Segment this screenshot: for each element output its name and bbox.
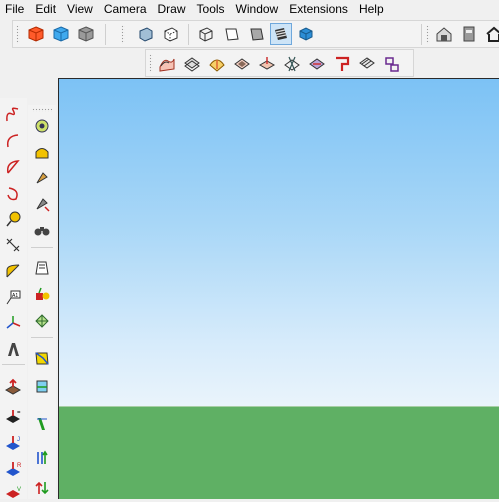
stamp-icon[interactable] bbox=[231, 53, 253, 75]
home-view-icon[interactable] bbox=[483, 23, 499, 45]
red-axis-icon[interactable]: R bbox=[2, 458, 24, 480]
toolbar-grip[interactable] bbox=[32, 108, 52, 112]
ground bbox=[59, 407, 499, 499]
pipe-icon[interactable] bbox=[331, 53, 353, 75]
extension-warehouse-icon[interactable] bbox=[458, 23, 480, 45]
pie-icon[interactable] bbox=[2, 156, 24, 178]
sky bbox=[59, 79, 499, 407]
top-toolbar bbox=[12, 20, 499, 48]
orbit-icon[interactable] bbox=[31, 115, 53, 137]
tape-measure-icon[interactable] bbox=[2, 208, 24, 230]
freehand-icon[interactable] bbox=[2, 104, 24, 126]
flip-edge-icon[interactable] bbox=[306, 53, 328, 75]
sandbox-toolbar bbox=[145, 49, 414, 77]
from-scratch-icon[interactable] bbox=[181, 53, 203, 75]
menu-draw[interactable]: Draw bbox=[153, 0, 192, 18]
svg-text:A1: A1 bbox=[12, 293, 18, 299]
smoove-icon[interactable] bbox=[206, 53, 228, 75]
left-toolbar-col0: A1 = J R V bbox=[0, 98, 27, 499]
toolbar-grip[interactable] bbox=[149, 54, 153, 73]
menu-view[interactable]: View bbox=[62, 0, 99, 18]
menu-edit[interactable]: Edit bbox=[30, 0, 62, 18]
toolbar-separator bbox=[105, 24, 106, 45]
rotated-arc-icon[interactable] bbox=[2, 182, 24, 204]
blue-component-icon[interactable] bbox=[50, 23, 72, 45]
toolbar-grip[interactable] bbox=[121, 25, 125, 44]
hidden-line-style-icon[interactable] bbox=[220, 23, 242, 45]
menu-tools[interactable]: Tools bbox=[192, 0, 231, 18]
wireframe-style-icon[interactable] bbox=[195, 23, 217, 45]
arc-icon[interactable] bbox=[2, 130, 24, 152]
layout-icon[interactable] bbox=[381, 53, 403, 75]
terrain-icon[interactable] bbox=[356, 53, 378, 75]
section-cuts-icon[interactable] bbox=[31, 447, 53, 469]
menu-window[interactable]: Window bbox=[231, 0, 285, 18]
menu-help[interactable]: Help bbox=[354, 0, 390, 18]
left-toolbar-col1 bbox=[28, 105, 56, 499]
toolbar-separator bbox=[31, 247, 53, 248]
text-icon[interactable]: A1 bbox=[2, 286, 24, 308]
toolbar-separator bbox=[31, 337, 53, 338]
move-up-icon[interactable]: J bbox=[2, 432, 24, 454]
toolbar-separator bbox=[2, 364, 25, 365]
pan-icon[interactable] bbox=[31, 141, 53, 163]
zoom-window-icon[interactable] bbox=[31, 193, 53, 215]
svg-text:R: R bbox=[17, 463, 22, 469]
protractor-icon[interactable] bbox=[2, 260, 24, 282]
menu-extensions[interactable]: Extensions bbox=[284, 0, 354, 18]
push-pull-icon[interactable] bbox=[2, 376, 24, 398]
svg-text:V: V bbox=[17, 487, 21, 493]
position-camera-icon[interactable] bbox=[31, 309, 53, 331]
section-plane-icon[interactable] bbox=[31, 257, 53, 279]
drape-icon[interactable] bbox=[256, 53, 278, 75]
shaded-textures-style-icon[interactable] bbox=[270, 23, 292, 45]
warehouse-icon[interactable] bbox=[433, 23, 455, 45]
back-edges-style-icon[interactable] bbox=[160, 23, 182, 45]
toolbar-separator bbox=[421, 24, 422, 45]
section-display-icon[interactable] bbox=[31, 413, 53, 435]
offset-icon[interactable] bbox=[31, 477, 53, 499]
from-contours-icon[interactable] bbox=[156, 53, 178, 75]
menu-camera[interactable]: Camera bbox=[99, 0, 153, 18]
xray-style-icon[interactable] bbox=[135, 23, 157, 45]
walk-icon[interactable] bbox=[31, 219, 53, 241]
toolbar-separator bbox=[188, 24, 189, 45]
svg-text:=: = bbox=[17, 410, 21, 416]
section-fill-icon[interactable] bbox=[31, 375, 53, 397]
zoom-icon[interactable] bbox=[31, 167, 53, 189]
gray-component-icon[interactable] bbox=[75, 23, 97, 45]
paint-bucket-icon[interactable] bbox=[31, 283, 53, 305]
axes-icon[interactable] bbox=[2, 312, 24, 334]
monochrome-style-icon[interactable] bbox=[295, 23, 317, 45]
3d-text-icon[interactable] bbox=[2, 338, 24, 360]
svg-text:J: J bbox=[17, 437, 20, 443]
toolbar-grip[interactable] bbox=[426, 25, 430, 44]
follow-me-icon[interactable]: = bbox=[2, 406, 24, 428]
dimension-icon[interactable] bbox=[2, 234, 24, 256]
add-detail-icon[interactable] bbox=[281, 53, 303, 75]
model-viewport[interactable] bbox=[58, 78, 499, 499]
toolbar-grip[interactable] bbox=[16, 25, 20, 44]
menu-file[interactable]: File bbox=[0, 0, 30, 18]
menu-bar: File Edit View Camera Draw Tools Window … bbox=[0, 0, 499, 18]
red-component-icon[interactable] bbox=[25, 23, 47, 45]
shaded-style-icon[interactable] bbox=[245, 23, 267, 45]
look-around-icon[interactable] bbox=[31, 347, 53, 369]
